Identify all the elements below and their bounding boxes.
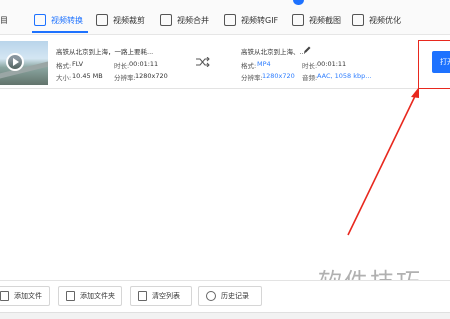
video-merge-icon bbox=[160, 14, 172, 26]
tab-video-crop[interactable]: 视频裁剪 bbox=[96, 12, 145, 28]
source-format-label: 格式: bbox=[56, 62, 72, 70]
tab-video-merge-label: 视频合并 bbox=[177, 15, 209, 25]
add-folder-label: 添加文件夹 bbox=[80, 292, 115, 300]
app-logo-icon bbox=[293, 0, 304, 5]
tab-video-optimize[interactable]: 视频优化 bbox=[352, 12, 401, 28]
toolbar: 目 视频转换 视频裁剪 视频合并 视频转GIF 视频截图 视频优化 bbox=[0, 0, 450, 35]
tab-video-crop-label: 视频裁剪 bbox=[113, 15, 145, 25]
history-button[interactable]: 历史记录 bbox=[198, 286, 262, 306]
output-format-label: 格式: bbox=[241, 62, 257, 70]
play-icon[interactable] bbox=[6, 53, 24, 71]
tab-video-merge[interactable]: 视频合并 bbox=[160, 12, 209, 28]
output-resolution-label: 分辨率: bbox=[241, 74, 263, 82]
add-file-icon bbox=[0, 291, 9, 301]
tab-video-gif[interactable]: 视频转GIF bbox=[224, 12, 278, 28]
clear-list-icon bbox=[138, 291, 147, 301]
shuffle-icon bbox=[196, 57, 210, 67]
output-file-name: 高铁从北京到上海、... bbox=[241, 48, 306, 56]
output-audio-value[interactable]: AAC, 1058 kbp... bbox=[317, 72, 371, 80]
video-convert-icon bbox=[34, 14, 46, 26]
add-file-label: 添加文件 bbox=[14, 292, 42, 300]
source-resolution-value: 1280x720 bbox=[135, 72, 168, 80]
source-duration-value: 00:01:11 bbox=[129, 60, 159, 68]
clear-list-button[interactable]: 清空列表 bbox=[130, 286, 192, 306]
tab-video-optimize-label: 视频优化 bbox=[369, 15, 401, 25]
clear-list-label: 清空列表 bbox=[152, 292, 180, 300]
gif-icon bbox=[224, 14, 236, 26]
tab-video-gif-label: 视频转GIF bbox=[241, 15, 279, 25]
tab-video-convert-label: 视频转换 bbox=[51, 15, 83, 25]
output-format-value[interactable]: MP4 bbox=[257, 60, 271, 68]
source-duration-label: 时长: bbox=[114, 62, 130, 70]
toolbar-item-partial-label: 目 bbox=[0, 15, 8, 25]
toolbar-item-partial[interactable]: 目 bbox=[0, 12, 8, 28]
tab-video-screenshot[interactable]: 视频截图 bbox=[292, 12, 341, 28]
add-folder-icon bbox=[66, 291, 75, 301]
video-crop-icon bbox=[96, 14, 108, 26]
source-format-value: FLV bbox=[72, 60, 84, 68]
tab-video-convert[interactable]: 视频转换 bbox=[34, 12, 83, 28]
video-thumbnail[interactable] bbox=[0, 41, 48, 85]
bottom-bar: 添加文件 添加文件夹 清空列表 历史记录 bbox=[0, 280, 450, 313]
output-resolution-value[interactable]: 1280x720 bbox=[262, 72, 295, 80]
source-resolution-label: 分辨率: bbox=[114, 74, 136, 82]
history-label: 历史记录 bbox=[221, 292, 249, 300]
output-audio-label: 音频: bbox=[302, 74, 318, 82]
optimize-icon bbox=[352, 14, 364, 26]
highlight-box bbox=[418, 40, 450, 89]
add-file-button[interactable]: 添加文件 bbox=[0, 286, 50, 306]
screenshot-icon bbox=[292, 14, 304, 26]
source-size-value: 10.45 MB bbox=[72, 72, 103, 80]
source-file-name: 高铁从北京到上海，一路上要耗... bbox=[56, 48, 154, 56]
edit-icon[interactable] bbox=[303, 46, 311, 54]
output-duration-value: 00:01:11 bbox=[317, 60, 347, 68]
tab-video-screenshot-label: 视频截图 bbox=[309, 15, 341, 25]
add-folder-button[interactable]: 添加文件夹 bbox=[58, 286, 122, 306]
source-size-label: 大小: bbox=[56, 74, 72, 82]
output-duration-label: 时长: bbox=[302, 62, 318, 70]
history-icon bbox=[206, 291, 216, 301]
active-tab-indicator bbox=[32, 31, 88, 33]
